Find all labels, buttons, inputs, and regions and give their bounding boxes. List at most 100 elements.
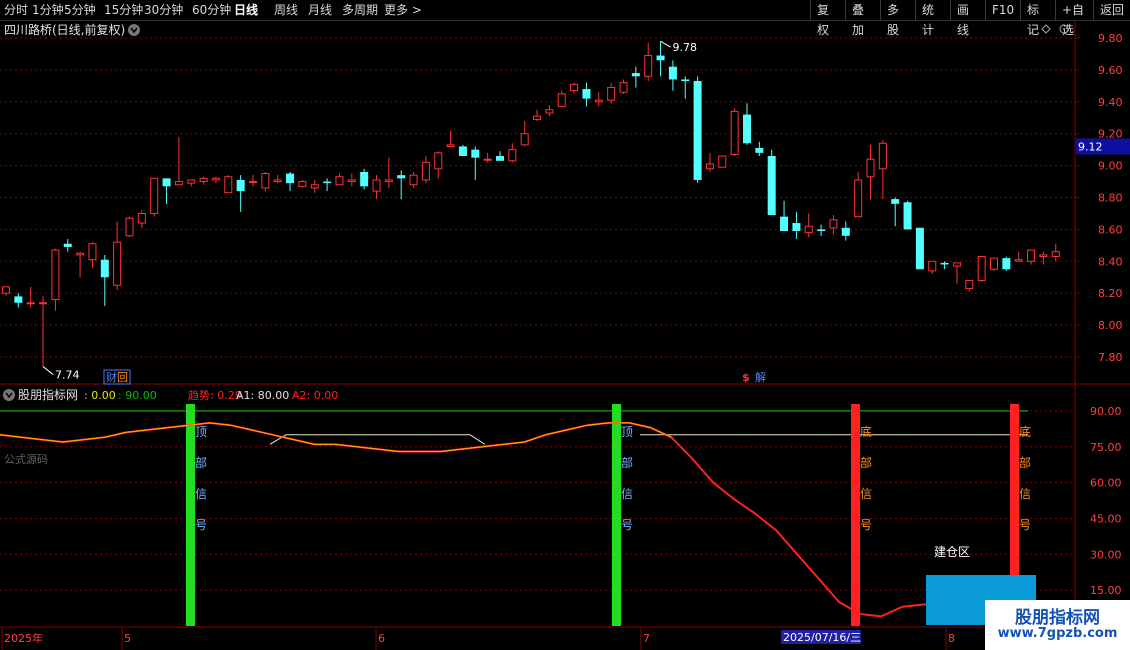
- price-tick-label: 8.80: [1098, 192, 1123, 205]
- candle: [323, 178, 332, 192]
- diamond-icon[interactable]: [1041, 24, 1051, 34]
- svg-text:号: 号: [860, 518, 872, 532]
- candle: [656, 41, 665, 77]
- bottom-signal-bar: 底部信号: [851, 404, 872, 626]
- formula-label[interactable]: 公式源码: [4, 452, 48, 466]
- svg-text:部: 部: [1019, 455, 1031, 470]
- indicator-tick-label: 30.00: [1090, 548, 1122, 561]
- candle: [125, 216, 134, 238]
- candle: [965, 279, 974, 292]
- candle: [384, 157, 393, 188]
- indicator-dropdown-icon[interactable]: [3, 389, 15, 401]
- candle: [224, 175, 233, 194]
- svg-text:底: 底: [1019, 424, 1031, 439]
- price-tick-label: 8.00: [1098, 319, 1123, 332]
- finance-marker[interactable]: 财回: [103, 369, 131, 385]
- low-pointer: [42, 366, 54, 375]
- indicator-panel: 90.00 75.00 60.00 45.00 30.00 15.00 股朋指标网: 0.0…: [0, 387, 1122, 626]
- candle: [100, 254, 109, 306]
- candle: [594, 92, 603, 107]
- candle: [2, 286, 10, 297]
- candle: [174, 136, 183, 186]
- candle: [755, 141, 764, 157]
- candle: [804, 213, 813, 238]
- candle: [211, 176, 220, 184]
- title-dropdown-icon[interactable]: [128, 24, 140, 36]
- candle: [1027, 249, 1036, 265]
- svg-text:部: 部: [195, 455, 207, 470]
- price-tick-label: 8.20: [1098, 287, 1123, 300]
- candle: [557, 90, 566, 108]
- candle: [421, 156, 430, 184]
- indicator-value: : 90.00: [118, 389, 157, 402]
- candle: [483, 152, 492, 163]
- settings-icon[interactable]: [1059, 24, 1069, 34]
- candle: [841, 221, 850, 241]
- svg-text:解: 解: [755, 370, 766, 384]
- svg-text:信: 信: [1019, 487, 1031, 501]
- svg-text:号: 号: [1019, 518, 1031, 532]
- svg-text:$: $: [742, 371, 750, 384]
- candle: [261, 171, 270, 192]
- price-tick-label: 9.60: [1098, 64, 1123, 77]
- candle: [940, 261, 949, 270]
- indicator-tick-label: 90.00: [1090, 405, 1122, 418]
- top-signal-bar: 顶部信号: [186, 404, 207, 626]
- candle: [743, 103, 751, 145]
- candle: [1002, 256, 1011, 271]
- candle: [397, 170, 406, 200]
- time-axis-label: 2025年: [4, 631, 43, 645]
- indicator-value: 趋势: 0.29: [188, 389, 242, 402]
- candle: [928, 260, 937, 275]
- candle: [434, 151, 443, 179]
- candle: [533, 109, 542, 121]
- candle: [508, 143, 517, 163]
- brand-watermark: 股朋指标网 www.7gpzb.com: [985, 600, 1130, 650]
- candle: [298, 179, 307, 188]
- candle: [310, 179, 319, 193]
- candle: [347, 173, 356, 187]
- candle: [891, 197, 900, 227]
- svg-text:部: 部: [860, 455, 872, 470]
- candle: [63, 238, 72, 252]
- candle: [26, 286, 35, 308]
- candle: [693, 76, 702, 184]
- low-label: 7.74: [55, 369, 80, 382]
- candle: [644, 42, 653, 82]
- a1-line-left: [269, 434, 486, 445]
- svg-text:顶: 顶: [621, 425, 633, 439]
- candle: [545, 104, 554, 117]
- candle: [249, 175, 257, 187]
- cursor-date: 2025/07/16/三: [783, 631, 861, 644]
- candle: [150, 177, 159, 217]
- candle: [1014, 251, 1023, 262]
- indicator-title: 股朋指标网: [18, 387, 78, 402]
- indicator-tick-label: 45.00: [1090, 512, 1122, 525]
- kline-chart[interactable]: 9.809.609.409.209.008.808.608.408.208.00…: [0, 0, 1130, 650]
- candle: [446, 130, 455, 147]
- candle: [458, 144, 467, 157]
- indicator-value: A1: 80.00: [236, 389, 289, 402]
- candle: [582, 82, 591, 107]
- candle: [730, 108, 739, 157]
- price-tick-label: 8.60: [1098, 223, 1123, 236]
- candle: [854, 171, 863, 218]
- candle: [631, 66, 640, 88]
- lift-marker[interactable]: $ 解: [742, 370, 766, 384]
- svg-text:信: 信: [621, 487, 633, 501]
- candle: [1039, 251, 1048, 265]
- candle: [607, 82, 616, 104]
- candle: [681, 76, 690, 99]
- price-tick-label: 8.40: [1098, 255, 1123, 268]
- candle: [335, 173, 344, 186]
- candle: [829, 215, 838, 235]
- svg-text:信: 信: [860, 487, 872, 501]
- candle: [372, 175, 381, 200]
- candle: [952, 262, 961, 284]
- indicator-tick-label: 15.00: [1090, 584, 1122, 597]
- candlestick-series: [2, 41, 1060, 367]
- top-signal-bar: 顶部信号: [612, 404, 633, 626]
- candle: [471, 146, 480, 180]
- price-tick-label: 7.80: [1098, 351, 1123, 364]
- indicator-tick-label: 60.00: [1090, 477, 1122, 490]
